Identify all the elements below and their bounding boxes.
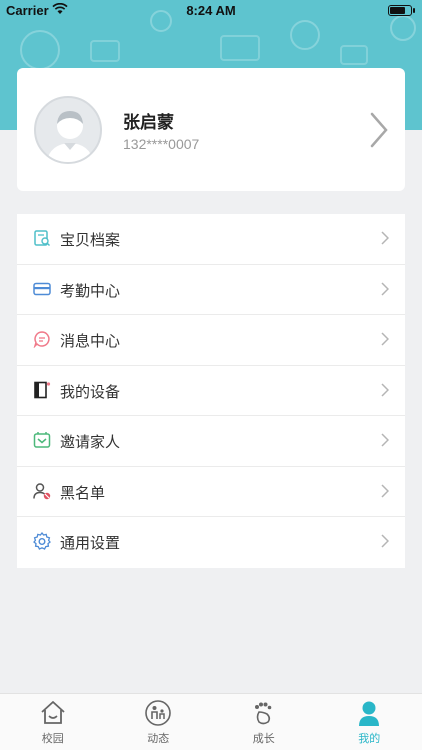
family-icon — [145, 700, 172, 726]
menu-item-messages[interactable]: 消息中心 — [17, 315, 405, 366]
tab-mine[interactable]: 我的 — [317, 694, 422, 750]
menu-item-blacklist[interactable]: 黑名单 — [17, 467, 405, 517]
device-icon — [34, 381, 51, 398]
profile-card[interactable]: 张启蒙 132****0007 — [17, 68, 405, 191]
tab-growth[interactable]: 成长 — [211, 694, 317, 750]
menu-item-label: 消息中心 — [60, 332, 121, 350]
menu-item-attendance[interactable]: 考勤中心 — [17, 265, 405, 315]
clock-time: 8:24 AM — [186, 3, 236, 18]
menu-item-label: 邀请家人 — [60, 433, 121, 451]
chevron-right-icon — [381, 231, 389, 245]
menu-item-label: 通用设置 — [60, 534, 121, 552]
battery-icon — [388, 5, 415, 16]
avatar — [34, 96, 102, 164]
menu-item-label: 我的设备 — [60, 382, 121, 401]
tab-label: 动态 — [147, 732, 170, 745]
chevron-right-icon — [381, 332, 389, 346]
chevron-right-icon — [381, 483, 389, 498]
chevron-right-icon — [381, 433, 389, 447]
chevron-right-icon — [381, 534, 389, 548]
menu-item-general-settings[interactable]: 通用设置 — [17, 517, 405, 568]
card-icon — [33, 282, 51, 295]
tab-label: 我的 — [358, 732, 381, 745]
house-icon — [41, 701, 65, 724]
invite-icon — [33, 432, 51, 448]
menu-item-label: 考勤中心 — [60, 281, 121, 300]
chevron-right-icon[interactable] — [369, 112, 389, 148]
profile-name: 张启蒙 — [123, 113, 174, 133]
tab-moments[interactable]: 动态 — [106, 694, 212, 750]
tab-label: 校园 — [41, 732, 64, 745]
settings-menu: 宝贝档案 考勤中心 消息中心 我的设备 邀请家人 黑名单 通用设置 — [17, 214, 405, 568]
profile-phone: 132****0007 — [123, 136, 200, 152]
chevron-right-icon — [381, 382, 389, 397]
tab-label: 成长 — [252, 732, 275, 745]
baby-file-icon — [34, 230, 50, 246]
tab-bar: 校园 动态 成长 我的 — [0, 693, 422, 750]
footprint-icon — [254, 702, 272, 725]
chevron-right-icon — [381, 281, 389, 296]
gear-icon — [33, 532, 51, 550]
status-bar: Carrier 8:24 AM — [0, 0, 422, 22]
message-icon — [33, 331, 50, 348]
menu-item-baby-file[interactable]: 宝贝档案 — [17, 214, 405, 265]
menu-item-devices[interactable]: 我的设备 — [17, 366, 405, 416]
tab-campus[interactable]: 校园 — [0, 694, 106, 750]
person-icon — [359, 701, 380, 726]
menu-item-invite-family[interactable]: 邀请家人 — [17, 416, 405, 467]
menu-item-label: 宝贝档案 — [60, 231, 121, 249]
menu-item-label: 黑名单 — [60, 483, 106, 502]
blacklist-icon — [33, 482, 51, 499]
